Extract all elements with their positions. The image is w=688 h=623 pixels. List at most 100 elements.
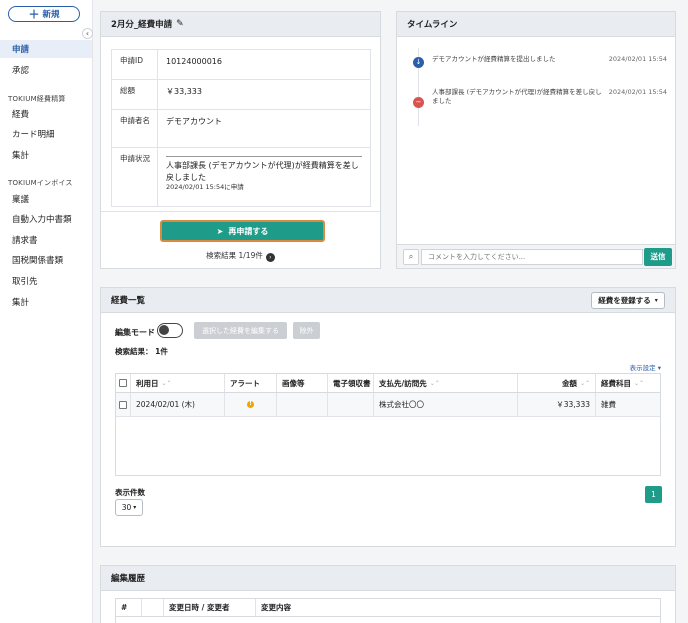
minus-icon: − — [413, 97, 424, 108]
row-checkbox[interactable] — [119, 400, 127, 409]
per-page-value: 30 — [121, 503, 132, 512]
history-header: 編集履歴 — [101, 566, 675, 591]
sort-icon: ⌄⌃ — [161, 379, 172, 387]
display-settings-link[interactable]: 表示設定 ▾ — [630, 362, 661, 372]
sidebar-item-auto-input[interactable]: 自動入力中書類 — [0, 210, 92, 228]
per-page-select[interactable]: 30 ▾ — [115, 499, 143, 516]
edit-selected-button[interactable]: 選択した経費を編集する — [194, 322, 287, 339]
sort-icon: ⌄⌃ — [429, 379, 440, 387]
history-table-header: # 変更日時 / 変更者 変更内容 — [116, 599, 660, 617]
sidebar-item-approval[interactable]: 承認 — [0, 61, 92, 79]
collapse-sidebar-icon[interactable]: ‹ — [82, 28, 93, 39]
total-value: ￥33,333 — [166, 87, 202, 96]
exclude-button[interactable]: 除外 — [293, 322, 320, 339]
col-image: 画像等 — [277, 374, 328, 392]
timeline-event-time: 2024/02/01 15:54 — [608, 88, 667, 96]
col-date[interactable]: 利用日 ⌄⌃ — [131, 374, 225, 392]
pencil-icon[interactable]: ✎ — [176, 19, 184, 29]
cell-payee: 株式会社〇〇 — [374, 393, 518, 416]
sidebar-item-label: 取引先 — [12, 277, 38, 287]
history-panel: 編集履歴 # 変更日時 / 変更者 変更内容 — [100, 565, 676, 623]
edit-mode-toggle[interactable] — [157, 323, 183, 338]
display-settings-label: 表示設定 — [629, 364, 656, 372]
col-amount[interactable]: 金額 ⌄⌃ — [518, 374, 596, 392]
applicant-value: デモアカウント — [166, 117, 222, 126]
table-row[interactable]: 2024/02/01 (木) ! 株式会社〇〇 ￥33,333 雑費 — [116, 393, 660, 417]
expenses-panel: 経費一覧 経費を登録する ▾ 編集モード 選択した経費を編集する 除外 検索結果… — [100, 287, 676, 547]
expense-count: 検索結果： 1件 — [115, 347, 168, 356]
plus-icon: ＋ — [28, 7, 40, 21]
expenses-title: 経費一覧 — [111, 296, 146, 306]
timeline-panel: タイムライン ↓ デモアカウントが経費精算を提出しました 2024/02/01 … — [396, 11, 676, 269]
chevron-down-icon: ▾ — [657, 364, 661, 372]
section-invoice: TOKIUMインボイス — [8, 179, 73, 187]
sidebar-item-ringi[interactable]: 稟議 — [0, 190, 92, 208]
sidebar-item-label: 集計 — [12, 151, 30, 161]
expense-table: 利用日 ⌄⌃ アラート 画像等 電子領収書 支払先/訪問先 ⌄⌃ 金額 ⌄⌃ 経費科目… — [115, 373, 661, 476]
col-label: 金額 — [561, 378, 577, 388]
sidebar-item-label: カード明細 — [12, 130, 55, 140]
sidebar-item-tax-documents[interactable]: 国税関係書類 — [0, 251, 92, 269]
sidebar-item-label: 国税関係書類 — [12, 256, 64, 266]
chevron-down-icon: ▾ — [133, 504, 137, 511]
request-info-table: 申請ID 10124000016 総額 ￥33,333 申請者名 デモアカウント… — [111, 49, 371, 207]
info-row: 総額 ￥33,333 — [112, 80, 370, 110]
attach-icon[interactable]: ⌕ — [403, 249, 419, 265]
sidebar-item-expenses[interactable]: 経費 — [0, 105, 92, 123]
col-alert: アラート — [225, 374, 277, 392]
new-button-label: 新規 — [42, 10, 60, 20]
timeline-event-text: デモアカウントが経費精算を提出しました — [432, 55, 556, 63]
col-payee[interactable]: 支払先/訪問先 ⌄⌃ — [374, 374, 518, 392]
status-text: 人事部課長 (デモアカウントが代理)が経費精算を差し戻しました — [166, 156, 362, 183]
sidebar-item-label: 承認 — [12, 66, 30, 76]
timeline-event-text: 人事部課長 (デモアカウントが代理)が経費精算を差し戻しました — [432, 88, 602, 106]
info-row: 申請ID 10124000016 — [112, 50, 370, 80]
warning-icon: ! — [247, 401, 254, 408]
sidebar-item-summary[interactable]: 集計 — [0, 146, 92, 164]
info-key: 申請ID — [112, 50, 158, 79]
send-button[interactable]: 送信 — [644, 248, 672, 266]
history-table: # 変更日時 / 変更者 変更内容 — [115, 598, 661, 623]
request-panel: 2月分_経費申請 ✎ 申請ID 10124000016 総額 ￥33,333 申… — [100, 11, 381, 269]
search-result[interactable]: 検索結果 1/19件 › — [101, 250, 380, 262]
sidebar-item-suppliers[interactable]: 取引先 — [0, 272, 92, 290]
register-expense-button[interactable]: 経費を登録する ▾ — [591, 292, 665, 309]
sidebar-item-invoice-summary[interactable]: 集計 — [0, 293, 92, 311]
sidebar-item-label: 申請 — [12, 45, 30, 55]
new-button[interactable]: ＋ 新規 — [8, 6, 80, 22]
request-id-value: 10124000016 — [166, 57, 222, 66]
comment-input[interactable] — [421, 249, 643, 265]
toggle-knob — [159, 325, 169, 335]
sidebar: ＋ 新規 申請 承認 TOKIUM経費精算 経費 カード明細 集計 TOKIUM… — [0, 0, 93, 623]
col-index: # — [116, 599, 142, 616]
col-changed-at: 変更日時 / 変更者 — [164, 599, 256, 616]
col-label: 電子領収書 — [333, 378, 371, 388]
sidebar-item-invoices[interactable]: 請求書 — [0, 231, 92, 249]
sidebar-item-request[interactable]: 申請 — [0, 40, 92, 58]
page-button[interactable]: 1 — [645, 486, 662, 503]
chevron-down-icon: ▾ — [654, 297, 658, 304]
sidebar-item-card-statements[interactable]: カード明細 — [0, 125, 92, 143]
resubmit-button[interactable]: ➤ 再申請する — [160, 220, 325, 242]
edit-mode-label: 編集モード — [115, 328, 155, 337]
info-row: 申請者名 デモアカウント — [112, 110, 370, 148]
info-row: 申請状況 人事部課長 (デモアカウントが代理)が経費精算を差し戻しました 202… — [112, 148, 370, 206]
timeline-event-time: 2024/02/01 15:54 — [608, 55, 667, 63]
resubmit-label: 再申請する — [228, 226, 269, 236]
expenses-header: 経費一覧 — [101, 288, 675, 313]
col-label: 支払先/訪問先 — [379, 378, 427, 388]
per-page-label: 表示件数 — [115, 488, 145, 497]
sidebar-item-label: 稟議 — [12, 195, 30, 205]
timeline-header: タイムライン — [397, 12, 675, 37]
col-category[interactable]: 経費科目 ⌄⌃ — [596, 374, 660, 392]
select-all-cell — [116, 374, 131, 392]
info-key: 総額 — [112, 80, 158, 109]
cell-category: 雑費 — [601, 400, 616, 409]
sort-icon: ⌄⌃ — [579, 379, 590, 387]
col-label: 画像等 — [282, 378, 305, 388]
col-label: 経費科目 — [601, 378, 631, 388]
select-all-checkbox[interactable] — [119, 379, 127, 387]
search-result-text: 検索結果 1/19件 — [206, 251, 263, 260]
cell-image — [277, 393, 328, 416]
next-arrow-icon[interactable]: › — [265, 253, 275, 262]
